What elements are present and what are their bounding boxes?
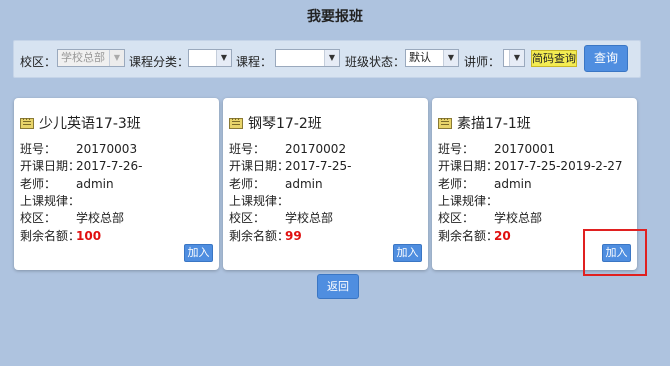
remaining-value: 100 (76, 229, 102, 243)
teacher-value: admin (285, 177, 323, 191)
campus-select[interactable]: 学校总部 ▼ (57, 49, 125, 67)
start-date-value: 2017-7-25-2019-2-27 (494, 159, 623, 173)
join-button[interactable]: 加入 (184, 244, 213, 262)
remaining-value: 99 (285, 229, 302, 243)
remaining-row: 剩余名额：99 (229, 227, 302, 244)
chevron-down-icon: ▼ (443, 50, 458, 66)
schedule-label: 上课规律： (229, 194, 290, 208)
remaining-value: 20 (494, 229, 511, 243)
campus-label: 校区： (20, 211, 57, 225)
campus-filter-label: 校区： (20, 55, 57, 69)
class-no-label: 班号： (229, 142, 266, 156)
join-button[interactable]: 加入 (393, 244, 422, 262)
campus-select-value: 学校总部 (61, 51, 105, 64)
remaining-label: 剩余名额： (438, 229, 499, 243)
status-select-value: 默认 (409, 51, 431, 64)
page-title: 我要报班 (307, 9, 363, 25)
filter-bar: 校区： 学校总部 ▼ 课程分类： ▼ 课程： ▼ 班级状态： 默认 ▼ 讲师： … (13, 40, 641, 78)
back-button[interactable]: 返回 (317, 274, 359, 299)
class-card: 钢琴17-2班 班号： 20170002 开课日期：2017-7-25- 老师： a… (223, 98, 428, 270)
teacher-row: 老师： admin (438, 175, 532, 192)
class-title: 少儿英语17-3班 (39, 116, 141, 132)
course-filter-label: 课程： (236, 55, 273, 69)
start-date-label: 开课日期： (229, 159, 290, 173)
category-select[interactable]: ▼ (188, 49, 232, 67)
class-no-value: 20170001 (494, 142, 556, 156)
schedule-label: 上课规律： (438, 194, 499, 208)
campus-row: 校区： 学校总部 (438, 209, 542, 226)
start-date-label: 开课日期： (20, 159, 81, 173)
status-select[interactable]: 默认 ▼ (405, 49, 459, 67)
class-no-label: 班号： (20, 142, 57, 156)
card-header: 钢琴17-2班 (229, 113, 322, 133)
status-filter-label: 班级状态： (345, 55, 406, 69)
schedule-label: 上课规律： (20, 194, 81, 208)
start-date-row: 开课日期：2017-7-26- (20, 157, 142, 174)
teacher-label: 老师： (438, 177, 475, 191)
campus-label: 校区： (229, 211, 266, 225)
barcode-query-button[interactable]: 简码查询 (531, 50, 577, 67)
join-button-highlight (583, 229, 647, 276)
class-title: 钢琴17-2班 (248, 116, 322, 132)
card-header: 素描17-1班 (438, 113, 531, 133)
chevron-down-icon: ▼ (509, 50, 524, 66)
teacher-label: 老师： (20, 177, 57, 191)
class-title: 素描17-1班 (457, 116, 531, 132)
teacher-select[interactable]: ▼ (503, 49, 525, 67)
course-icon (438, 117, 452, 129)
chevron-down-icon: ▼ (324, 50, 339, 66)
chevron-down-icon: ▼ (109, 50, 124, 66)
teacher-row: 老师： admin (229, 175, 323, 192)
schedule-row: 上课规律： (20, 192, 81, 209)
teacher-label: 老师： (229, 177, 266, 191)
category-filter-label: 课程分类： (129, 55, 190, 69)
schedule-row: 上课规律： (229, 192, 290, 209)
class-no-label: 班号： (438, 142, 475, 156)
course-icon (229, 117, 243, 129)
remaining-row: 剩余名额：20 (438, 227, 511, 244)
remaining-label: 剩余名额： (229, 229, 290, 243)
remaining-label: 剩余名额： (20, 229, 81, 243)
course-select[interactable]: ▼ (275, 49, 340, 67)
campus-value: 学校总部 (285, 211, 334, 225)
class-no-row: 班号： 20170002 (229, 140, 346, 157)
class-card: 少儿英语17-3班 班号： 20170003 开课日期：2017-7-26- 老师… (14, 98, 219, 270)
teacher-value: admin (76, 177, 114, 191)
campus-row: 校区： 学校总部 (20, 209, 124, 226)
class-no-row: 班号： 20170003 (20, 140, 137, 157)
class-no-value: 20170002 (285, 142, 347, 156)
start-date-row: 开课日期：2017-7-25-2019-2-27 (438, 157, 623, 174)
query-button[interactable]: 查询 (584, 45, 628, 72)
remaining-row: 剩余名额：100 (20, 227, 101, 244)
class-no-value: 20170003 (76, 142, 138, 156)
campus-row: 校区： 学校总部 (229, 209, 333, 226)
course-icon (20, 117, 34, 129)
teacher-filter-label: 讲师： (464, 55, 501, 69)
class-no-row: 班号： 20170001 (438, 140, 555, 157)
chevron-down-icon: ▼ (216, 50, 231, 66)
start-date-value: 2017-7-26- (76, 159, 143, 173)
teacher-row: 老师： admin (20, 175, 114, 192)
teacher-value: admin (494, 177, 532, 191)
campus-value: 学校总部 (76, 211, 125, 225)
start-date-label: 开课日期： (438, 159, 499, 173)
schedule-row: 上课规律： (438, 192, 499, 209)
card-header: 少儿英语17-3班 (20, 113, 141, 133)
campus-label: 校区： (438, 211, 475, 225)
start-date-value: 2017-7-25- (285, 159, 352, 173)
campus-value: 学校总部 (494, 211, 543, 225)
start-date-row: 开课日期：2017-7-25- (229, 157, 351, 174)
